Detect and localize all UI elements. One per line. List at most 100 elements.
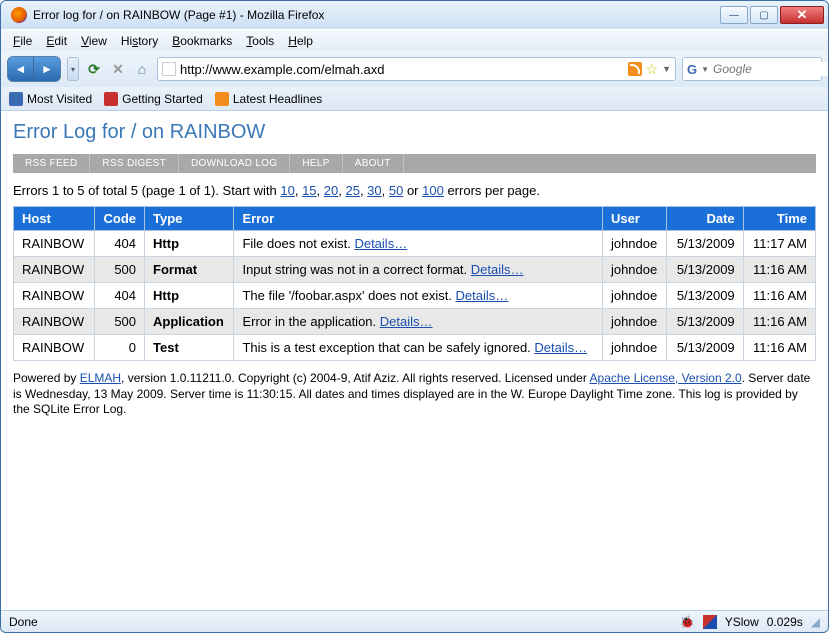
cell-error: The file '/foobar.aspx' does not exist. …	[234, 283, 603, 309]
page-size-15[interactable]: 15	[302, 183, 316, 198]
cell-code: 0	[94, 335, 144, 361]
search-bar[interactable]: G ▼	[682, 57, 822, 81]
back-button[interactable]: ◄	[8, 57, 34, 81]
cell-host: RAINBOW	[14, 283, 95, 309]
cell-user: johndoe	[602, 309, 666, 335]
yslow-icon[interactable]	[703, 615, 717, 629]
maximize-button[interactable]: ▢	[750, 6, 778, 24]
titlebar: Error log for / on RAINBOW (Page #1) - M…	[1, 1, 828, 29]
cell-user: johndoe	[602, 283, 666, 309]
cell-type: Http	[145, 283, 234, 309]
search-input[interactable]	[713, 62, 829, 76]
cell-code: 500	[94, 257, 144, 283]
table-row: RAINBOW500FormatInput string was not in …	[14, 257, 816, 283]
cell-host: RAINBOW	[14, 231, 95, 257]
rss-feed-link[interactable]: RSS FEED	[13, 154, 90, 173]
window-title: Error log for / on RAINBOW (Page #1) - M…	[33, 8, 720, 22]
help-link[interactable]: HELP	[290, 154, 342, 173]
navigation-toolbar: ◄ ► ▾ ⟳ ✕ ⌂ ☆ ▼ G ▼	[1, 51, 828, 87]
menu-file[interactable]: File	[7, 32, 38, 50]
close-button[interactable]: ✕	[780, 6, 824, 24]
reload-button[interactable]: ⟳	[85, 60, 103, 78]
nav-history-dropdown[interactable]: ▾	[67, 57, 79, 81]
cell-code: 404	[94, 283, 144, 309]
google-icon: G	[687, 62, 697, 77]
details-link[interactable]: Details…	[380, 314, 433, 329]
license-link[interactable]: Apache License, Version 2.0	[590, 371, 742, 385]
details-link[interactable]: Details…	[456, 288, 509, 303]
cell-date: 5/13/2009	[667, 283, 743, 309]
table-row: RAINBOW0TestThis is a test exception tha…	[14, 335, 816, 361]
table-body: RAINBOW404HttpFile does not exist. Detai…	[14, 231, 816, 361]
page-size-100[interactable]: 100	[422, 183, 444, 198]
cell-host: RAINBOW	[14, 257, 95, 283]
headlines-icon	[215, 92, 229, 106]
minimize-button[interactable]: —	[720, 6, 748, 24]
search-engine-dropdown-icon[interactable]: ▼	[701, 65, 709, 74]
page-size-50[interactable]: 50	[389, 183, 403, 198]
pager: Errors 1 to 5 of total 5 (page 1 of 1). …	[13, 183, 816, 198]
status-text: Done	[9, 615, 38, 629]
table-row: RAINBOW404HttpFile does not exist. Detai…	[14, 231, 816, 257]
details-link[interactable]: Details…	[354, 236, 407, 251]
cell-host: RAINBOW	[14, 335, 95, 361]
url-input[interactable]	[180, 62, 624, 77]
cell-time: 11:16 AM	[743, 283, 815, 309]
col-code: Code	[94, 207, 144, 231]
cell-error: Error in the application. Details…	[234, 309, 603, 335]
home-button[interactable]: ⌂	[133, 60, 151, 78]
page-title: Error Log for / on RAINBOW	[13, 121, 816, 144]
table-row: RAINBOW500ApplicationError in the applic…	[14, 309, 816, 335]
bookmarks-toolbar: Most Visited Getting Started Latest Head…	[1, 87, 828, 111]
col-date: Date	[667, 207, 743, 231]
firebug-icon[interactable]: 🐞	[680, 615, 695, 629]
col-user: User	[602, 207, 666, 231]
menu-edit[interactable]: Edit	[40, 32, 73, 50]
page-size-10[interactable]: 10	[280, 183, 294, 198]
footer: Powered by ELMAH, version 1.0.11211.0. C…	[13, 371, 816, 418]
firefox-icon	[11, 7, 27, 23]
cell-type: Format	[145, 257, 234, 283]
about-link[interactable]: ABOUT	[343, 154, 404, 173]
window-buttons: — ▢ ✕	[720, 6, 824, 24]
url-bar[interactable]: ☆ ▼	[157, 57, 676, 81]
cell-time: 11:17 AM	[743, 231, 815, 257]
rss-digest-link[interactable]: RSS DIGEST	[90, 154, 179, 173]
page-content: Error Log for / on RAINBOW RSS FEED RSS …	[1, 111, 828, 610]
col-error: Error	[234, 207, 603, 231]
menu-tools[interactable]: Tools	[240, 32, 280, 50]
download-log-link[interactable]: DOWNLOAD LOG	[179, 154, 290, 173]
yslow-label[interactable]: YSlow	[725, 615, 759, 629]
cell-date: 5/13/2009	[667, 309, 743, 335]
bookmark-latest-headlines[interactable]: Latest Headlines	[215, 92, 322, 106]
details-link[interactable]: Details…	[534, 340, 587, 355]
elmah-link[interactable]: ELMAH	[80, 371, 121, 385]
stop-button[interactable]: ✕	[109, 60, 127, 78]
forward-button[interactable]: ►	[34, 57, 60, 81]
cell-error: This is a test exception that can be saf…	[234, 335, 603, 361]
rss-icon[interactable]	[628, 62, 642, 76]
cell-user: johndoe	[602, 231, 666, 257]
url-dropdown-icon[interactable]: ▼	[662, 64, 671, 74]
col-type: Type	[145, 207, 234, 231]
page-size-25[interactable]: 25	[345, 183, 359, 198]
menu-bookmarks[interactable]: Bookmarks	[166, 32, 238, 50]
menu-help[interactable]: Help	[282, 32, 319, 50]
page-size-20[interactable]: 20	[324, 183, 338, 198]
browser-window: Error log for / on RAINBOW (Page #1) - M…	[0, 0, 829, 633]
table-header-row: Host Code Type Error User Date Time	[14, 207, 816, 231]
bookmark-most-visited[interactable]: Most Visited	[9, 92, 92, 106]
col-host: Host	[14, 207, 95, 231]
cell-host: RAINBOW	[14, 309, 95, 335]
cell-error: Input string was not in a correct format…	[234, 257, 603, 283]
most-visited-icon	[9, 92, 23, 106]
bookmark-star-icon[interactable]: ☆	[646, 61, 659, 78]
error-table: Host Code Type Error User Date Time RAIN…	[13, 206, 816, 361]
menu-history[interactable]: History	[115, 32, 164, 50]
bookmark-getting-started[interactable]: Getting Started	[104, 92, 203, 106]
menu-view[interactable]: View	[75, 32, 113, 50]
page-size-30[interactable]: 30	[367, 183, 381, 198]
resize-grip-icon[interactable]: ◢	[811, 615, 820, 629]
cell-date: 5/13/2009	[667, 231, 743, 257]
details-link[interactable]: Details…	[471, 262, 524, 277]
